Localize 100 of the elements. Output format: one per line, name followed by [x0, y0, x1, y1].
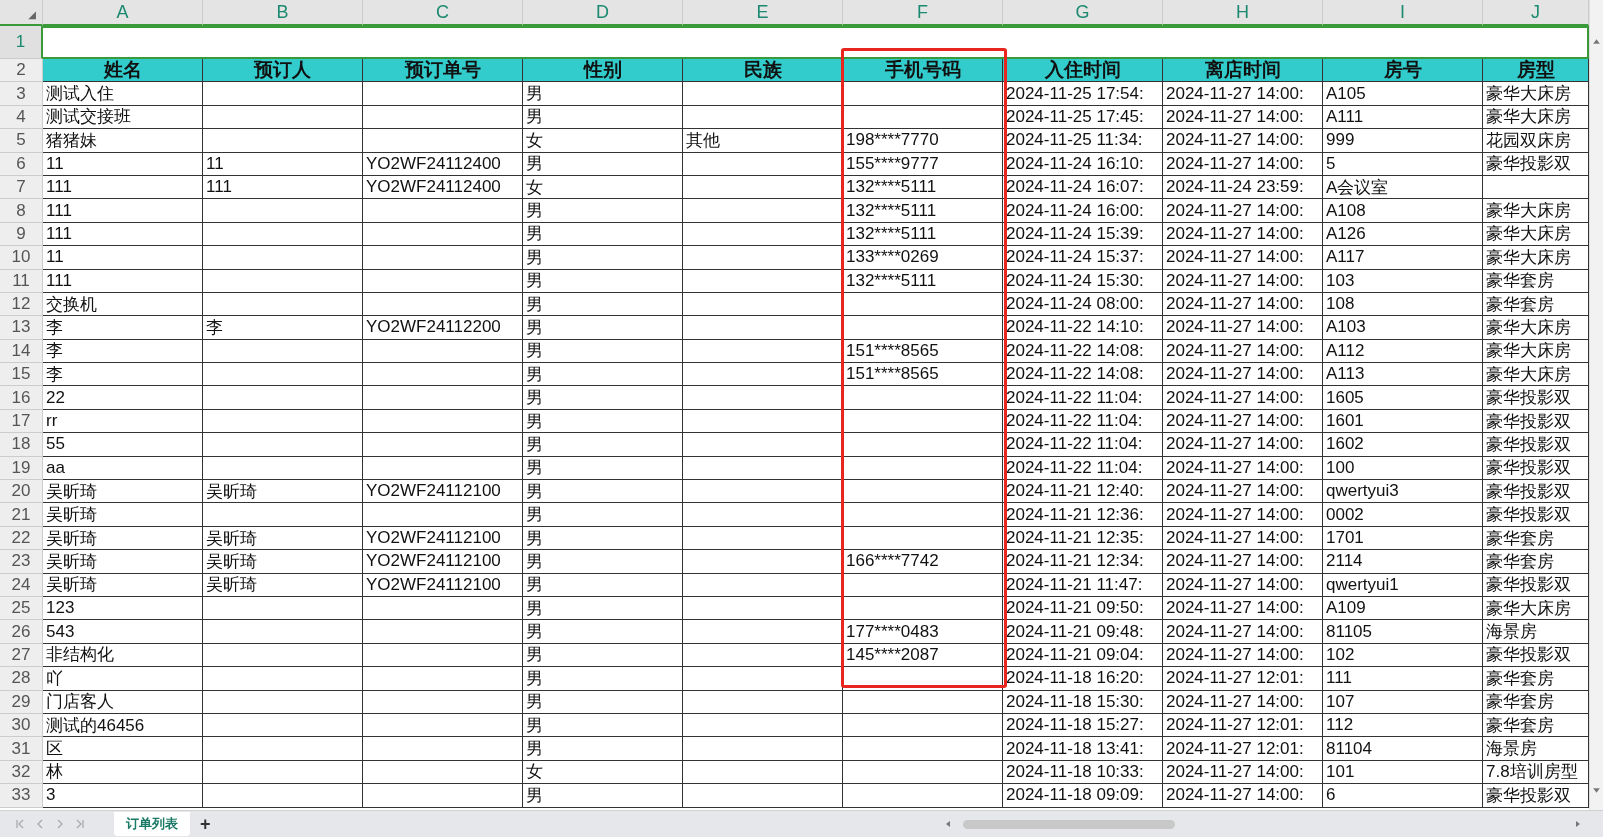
table-cell: 81104: [1323, 737, 1483, 761]
column-header[interactable]: D: [523, 0, 683, 26]
table-cell: 155****9777: [843, 152, 1003, 176]
row-number[interactable]: 22: [0, 526, 43, 551]
table-cell: 102: [1323, 643, 1483, 668]
table-cell: 男: [523, 690, 683, 714]
table-cell: 2024-11-27 14:00:: [1163, 129, 1323, 153]
table-cell: 2114: [1323, 550, 1483, 574]
table-cell: 11: [203, 152, 363, 176]
table-cell: 2024-11-18 15:27:: [1003, 713, 1163, 738]
horizontal-scrollbar[interactable]: [963, 819, 1175, 829]
table-cell: 男: [523, 550, 683, 574]
table-cell: 543: [43, 620, 203, 644]
row-number[interactable]: 10: [0, 246, 43, 270]
row-number[interactable]: 6: [0, 152, 43, 176]
table-cell: 3: [43, 784, 203, 808]
row-number[interactable]: 28: [0, 667, 43, 691]
row-number[interactable]: 16: [0, 386, 43, 410]
row-number[interactable]: 31: [0, 737, 43, 761]
table-cell: 166****7742: [843, 550, 1003, 574]
column-header[interactable]: B: [203, 0, 363, 26]
table-cell: 2024-11-21 12:34:: [1003, 550, 1163, 574]
table-cell: 测试交接班: [43, 105, 203, 130]
last-sheet-icon[interactable]: [74, 818, 86, 830]
row-number[interactable]: 5: [0, 129, 43, 153]
row-number[interactable]: 23: [0, 550, 43, 574]
table-cell: 2024-11-24 15:39:: [1003, 222, 1163, 247]
table-cell: 123: [43, 597, 203, 621]
select-all-corner[interactable]: ◢: [0, 0, 43, 26]
row-number[interactable]: 8: [0, 199, 43, 223]
row-number[interactable]: 17: [0, 409, 43, 434]
table-cell: 101: [1323, 760, 1483, 785]
table-cell: 门店客人: [43, 690, 203, 714]
table-cell: 2024-11-27 14:00:: [1163, 597, 1323, 621]
table-cell: 林: [43, 760, 203, 785]
table-cell: 2024-11-18 09:09:: [1003, 784, 1163, 808]
column-header[interactable]: F: [843, 0, 1003, 26]
table-cell: 2024-11-27 12:01:: [1163, 667, 1323, 691]
row-number[interactable]: 33: [0, 784, 43, 808]
table-cell: YO2WF24112100: [363, 480, 523, 504]
column-header[interactable]: E: [683, 0, 843, 26]
table-cell: A105: [1323, 82, 1483, 106]
column-header[interactable]: I: [1323, 0, 1483, 26]
table-cell: aa: [43, 456, 203, 481]
table-cell: 132****5111: [843, 175, 1003, 200]
row-number[interactable]: 13: [0, 316, 43, 340]
table-cell: 吖: [43, 667, 203, 691]
row-number[interactable]: 30: [0, 713, 43, 738]
table-cell: 22: [43, 386, 203, 410]
table-cell: 男: [523, 433, 683, 457]
row-number[interactable]: 12: [0, 292, 43, 317]
table-cell: 2024-11-22 14:08:: [1003, 363, 1163, 387]
add-sheet-button[interactable]: +: [200, 813, 211, 835]
table-cell: 2024-11-22 11:04:: [1003, 433, 1163, 457]
scroll-up-icon[interactable]: [1591, 36, 1602, 47]
row-number[interactable]: 21: [0, 503, 43, 527]
row-number[interactable]: 7: [0, 175, 43, 200]
table-cell: 2024-11-27 14:00:: [1163, 480, 1323, 504]
table-cell: 55: [43, 433, 203, 457]
row-number[interactable]: 18: [0, 433, 43, 457]
table-cell: 2024-11-27 14:00:: [1163, 550, 1323, 574]
sheet-tab[interactable]: 订单列表: [114, 812, 190, 836]
row-number[interactable]: 19: [0, 456, 43, 481]
row-number[interactable]: 32: [0, 760, 43, 785]
table-cell: YO2WF24112100: [363, 573, 523, 597]
scroll-down-icon[interactable]: [1591, 785, 1602, 796]
row-number[interactable]: 27: [0, 643, 43, 668]
row-number[interactable]: 25: [0, 597, 43, 621]
row-number[interactable]: 3: [0, 82, 43, 106]
table-cell: 男: [523, 409, 683, 434]
column-header[interactable]: G: [1003, 0, 1163, 26]
table-cell: 男: [523, 456, 683, 481]
row-number[interactable]: 29: [0, 690, 43, 714]
column-header[interactable]: H: [1163, 0, 1323, 26]
table-cell: 2024-11-22 14:10:: [1003, 316, 1163, 340]
row-number[interactable]: 14: [0, 339, 43, 364]
row-number[interactable]: 20: [0, 480, 43, 504]
row-number[interactable]: 15: [0, 363, 43, 387]
table-cell: 2024-11-25 17:54:: [1003, 82, 1163, 106]
table-cell: 198****7770: [843, 129, 1003, 153]
row-number[interactable]: 1: [0, 26, 43, 59]
row-number[interactable]: 26: [0, 620, 43, 644]
row-number[interactable]: 4: [0, 105, 43, 130]
table-cell: 132****5111: [843, 269, 1003, 293]
column-header[interactable]: A: [43, 0, 203, 26]
table-cell: 男: [523, 105, 683, 130]
row-number[interactable]: 11: [0, 269, 43, 293]
table-cell: 猪猪妹: [43, 129, 203, 153]
row-number[interactable]: 9: [0, 222, 43, 247]
first-sheet-icon[interactable]: [14, 818, 26, 830]
column-header[interactable]: C: [363, 0, 523, 26]
row-number[interactable]: 24: [0, 573, 43, 597]
table-cell: 男: [523, 222, 683, 247]
table-cell: 103: [1323, 269, 1483, 293]
row-number[interactable]: 2: [0, 59, 43, 83]
selected-row[interactable]: [43, 26, 1589, 59]
table-cell: 男: [523, 386, 683, 410]
column-header[interactable]: J: [1483, 0, 1589, 26]
table-cell: 男: [523, 713, 683, 738]
table-header-cell: 入住时间: [1003, 59, 1163, 83]
